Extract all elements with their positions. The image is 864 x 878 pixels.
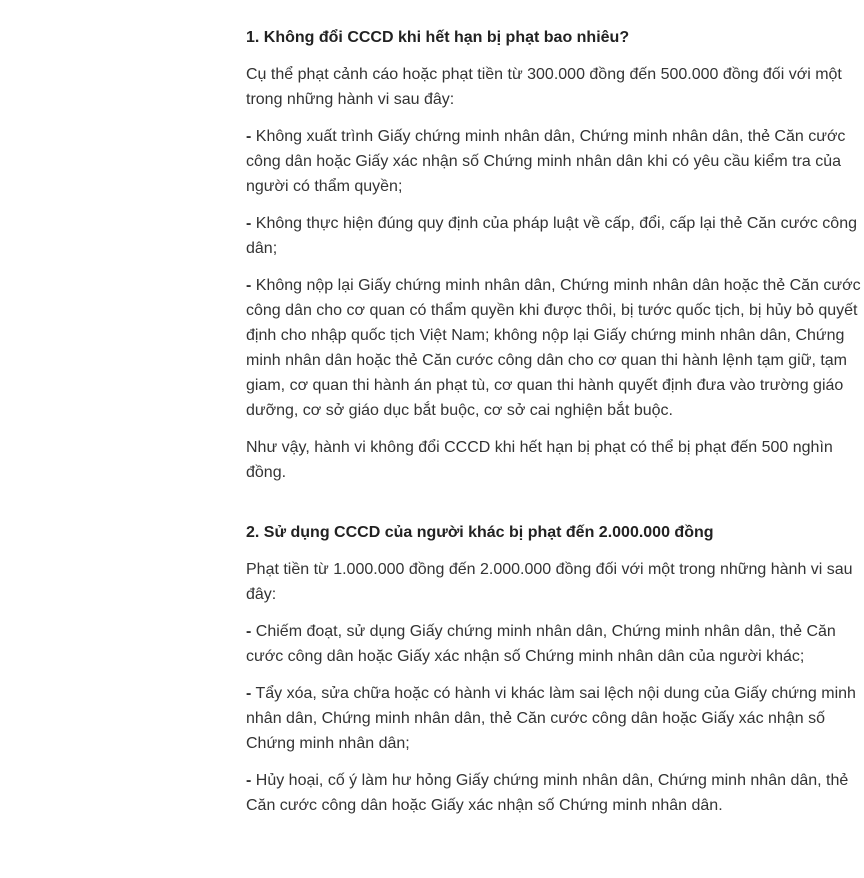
item-text: Tẩy xóa, sửa chữa hoặc có hành vi khác l… (246, 685, 856, 752)
bullet-dash: - (246, 215, 252, 232)
section-1-heading: 1. Không đổi CCCD khi hết hạn bị phạt ba… (246, 29, 630, 46)
section-1-intro: Cụ thể phạt cảnh cáo hoặc phạt tiền từ 3… (246, 66, 842, 108)
item-text: Chiếm đoạt, sử dụng Giấy chứng minh nhân… (246, 623, 836, 665)
section-2-heading: 2. Sử dụng CCCD của người khác bị phạt đ… (246, 524, 714, 541)
section-2-intro: Phạt tiền từ 1.000.000 đồng đến 2.000.00… (246, 561, 853, 603)
item-text: Không xuất trình Giấy chứng minh nhân dâ… (246, 128, 846, 195)
section-1-item-3: - Không nộp lại Giấy chứng minh nhân dân… (246, 273, 862, 423)
item-text: Hủy hoại, cố ý làm hư hỏng Giấy chứng mi… (246, 772, 849, 814)
section-1-item-1: - Không xuất trình Giấy chứng minh nhân … (246, 124, 862, 199)
bullet-dash: - (246, 772, 252, 789)
item-text: Không nộp lại Giấy chứng minh nhân dân, … (246, 277, 861, 419)
section-1-conclusion: Như vậy, hành vi không đổi CCCD khi hết … (246, 439, 833, 481)
section-2-item-1: - Chiếm đoạt, sử dụng Giấy chứng minh nh… (246, 619, 862, 669)
bullet-dash: - (246, 128, 252, 145)
bullet-dash: - (246, 685, 252, 702)
bullet-dash: - (246, 623, 252, 640)
bullet-dash: - (246, 277, 252, 294)
section-1-item-2: - Không thực hiện đúng quy định của pháp… (246, 211, 862, 261)
item-text: Không thực hiện đúng quy định của pháp l… (246, 215, 857, 257)
article-body: 1. Không đổi CCCD khi hết hạn bị phạt ba… (246, 26, 862, 818)
section-2-item-2: - Tẩy xóa, sửa chữa hoặc có hành vi khác… (246, 681, 862, 756)
section-2-item-3: - Hủy hoại, cố ý làm hư hỏng Giấy chứng … (246, 768, 862, 818)
